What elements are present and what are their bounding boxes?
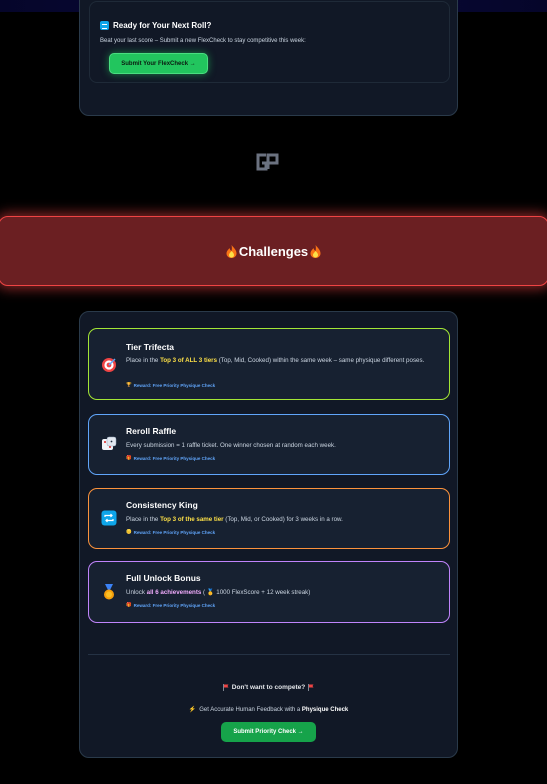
divider [88, 654, 450, 655]
gp-logo-icon [256, 153, 279, 171]
challenge-title: Tier Trifecta [126, 342, 175, 352]
next-roll-subtitle: Beat your last score – Submit a new Flex… [100, 38, 306, 44]
challenge-description: Unlock all 6 achievements ( 🥇 1000 FlexS… [126, 589, 311, 596]
next-roll-card: Ready for Your Next Roll? Beat your last… [79, 0, 458, 116]
challenge-description: Place in the Top 3 of ALL 3 tiers (Top, … [126, 357, 425, 364]
feedback-line: ⚡ Get Accurate Human Feedback with a Phy… [188, 706, 349, 714]
coin-icon: 🪙 [126, 529, 132, 534]
challenge-title: Consistency King [126, 500, 198, 510]
challenge-title: Full Unlock Bonus [126, 573, 201, 583]
reroll-icon [100, 21, 109, 30]
challenges-banner: Challenges [0, 216, 547, 286]
challenge-reward: 🏆 Reward: Free Priority Physique Check [126, 382, 216, 388]
medal-icon [104, 584, 114, 600]
challenges-title: Challenges [238, 243, 309, 259]
next-roll-heading: Ready for Your Next Roll? [100, 21, 211, 30]
challenges-panel: Tier Trifecta Place in the Top 3 of ALL … [79, 311, 458, 758]
challenge-description: Place in the Top 3 of the same tier (Top… [126, 516, 343, 523]
challenge-card-consistency-king: Consistency King Place in the Top 3 of t… [88, 488, 450, 549]
fire-icon [226, 244, 237, 258]
submit-flexcheck-button[interactable]: Submit Your FlexCheck → [109, 53, 208, 74]
challenge-reward: 🎁 Reward: Free Priority Physique Check [126, 455, 216, 461]
lightning-icon: ⚡ [188, 707, 197, 713]
submit-priority-check-button[interactable]: Submit Priority Check → [221, 722, 316, 742]
flag-icon [308, 684, 314, 691]
challenge-reward: 🪙 Reward: Free Priority Physique Check [126, 529, 216, 535]
challenge-card-full-unlock-bonus: Full Unlock Bonus Unlock all 6 achieveme… [88, 561, 450, 623]
dice-icon [102, 436, 117, 450]
next-roll-title: Ready for Your Next Roll? [113, 21, 212, 30]
flag-icon [222, 684, 229, 691]
gift-icon: 🎁 [126, 602, 132, 607]
target-icon [102, 358, 116, 372]
dont-compete-heading: Don't want to compete? [80, 684, 457, 691]
challenge-card-tier-trifecta: Tier Trifecta Place in the Top 3 of ALL … [88, 328, 450, 400]
fire-icon [310, 244, 321, 258]
challenge-card-reroll-raffle: Reroll Raffle Every submission = 1 raffl… [88, 414, 450, 475]
challenge-title: Reroll Raffle [126, 426, 177, 436]
challenge-reward: 🎁 Reward: Free Priority Physique Check [126, 602, 216, 608]
challenge-description: Every submission = 1 raffle ticket. One … [126, 442, 336, 449]
gift-icon: 🎁 [126, 455, 132, 460]
trophy-icon: 🏆 [126, 382, 132, 387]
next-roll-inner: Ready for Your Next Roll? Beat your last… [89, 1, 450, 83]
repeat-icon [101, 510, 117, 526]
